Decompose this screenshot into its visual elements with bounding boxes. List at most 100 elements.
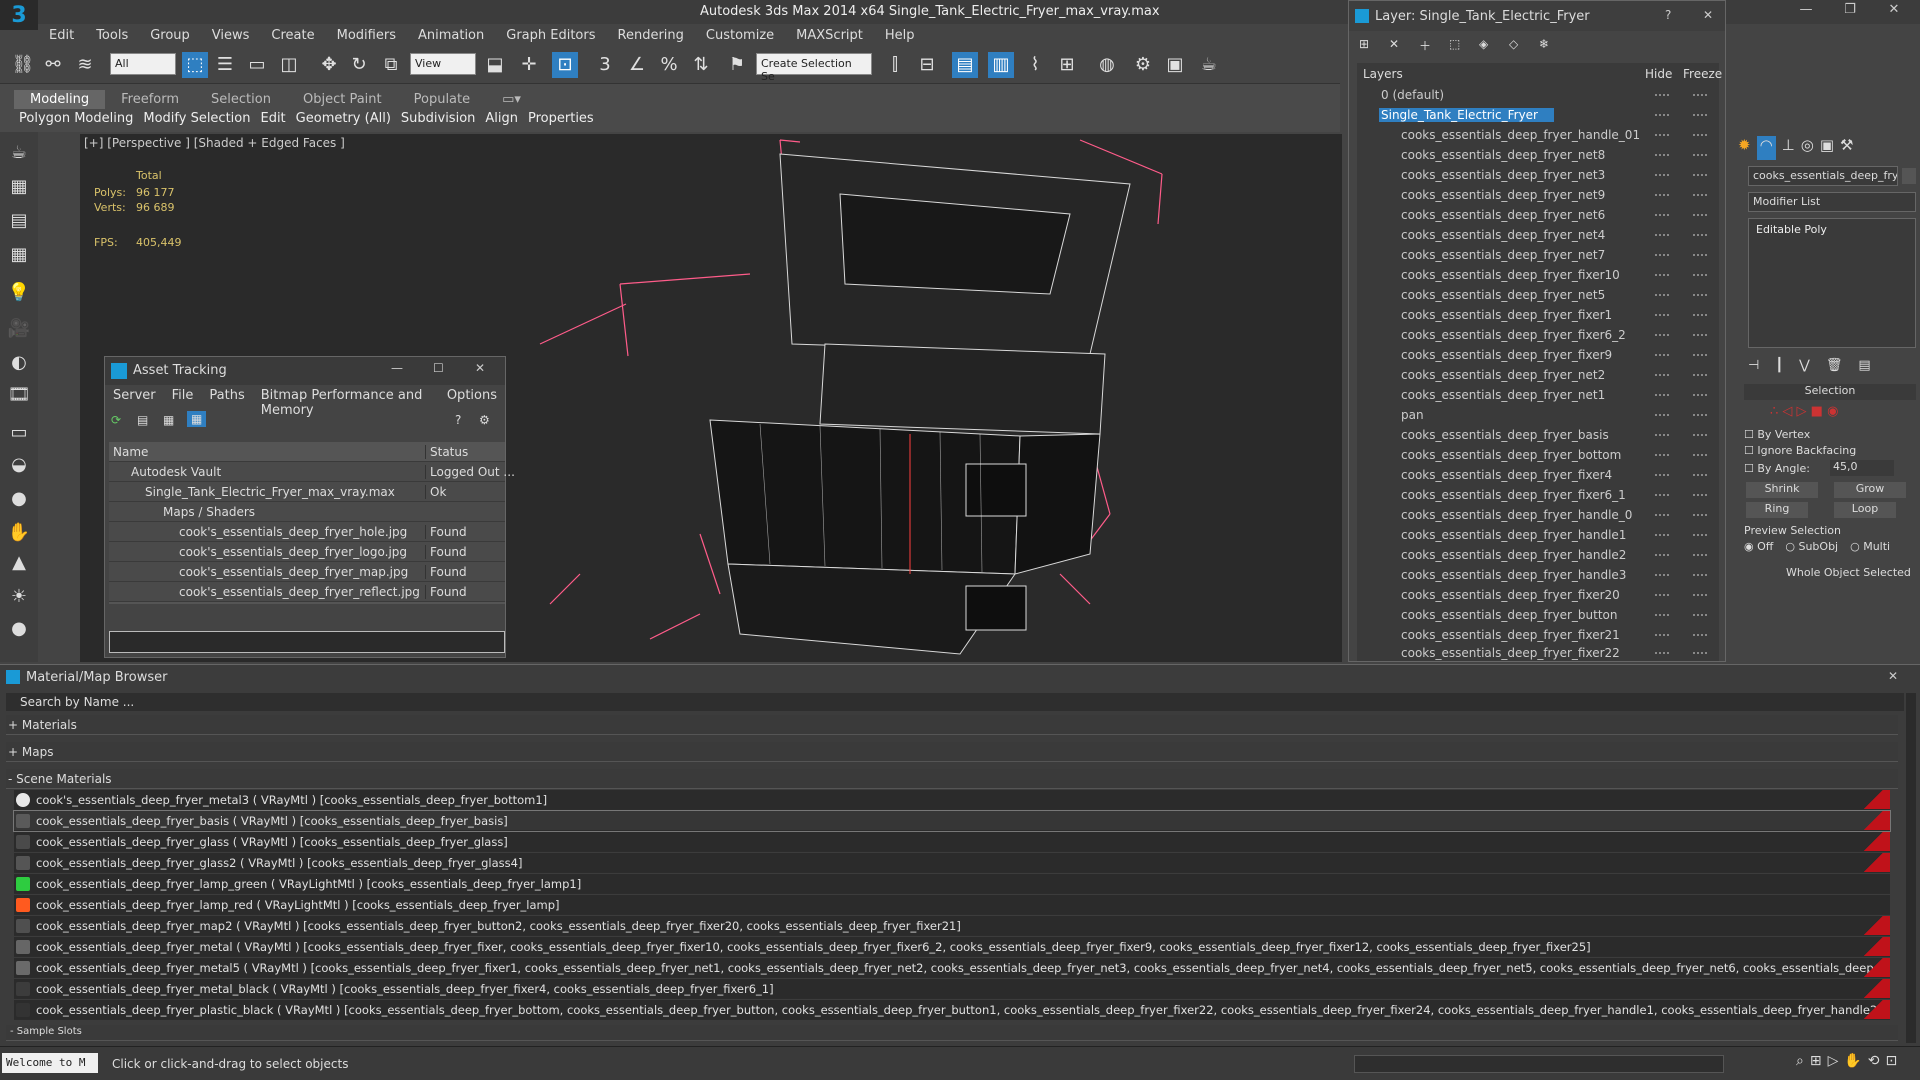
freeze-toggle[interactable] xyxy=(1693,474,1707,476)
schematic-view-icon[interactable]: ⊞ xyxy=(1054,52,1080,78)
selection-filter-dropdown[interactable]: All xyxy=(110,53,176,75)
window-crossing-icon[interactable]: ◫ xyxy=(276,52,302,78)
render-icon[interactable]: ▦ xyxy=(6,176,32,202)
asset-menu-paths[interactable]: Paths xyxy=(201,385,252,407)
layer-item[interactable]: pan xyxy=(1357,405,1719,425)
delete-layer-icon[interactable]: ✕ xyxy=(1389,37,1399,51)
loop-button[interactable]: Loop xyxy=(1834,502,1896,518)
list-view-icon[interactable]: ▤ xyxy=(137,413,148,427)
hide-toggle[interactable] xyxy=(1655,174,1669,176)
table-view-icon[interactable]: ▦ xyxy=(187,411,207,427)
ignore-backfacing-checkbox[interactable]: ☐ Ignore Backfacing xyxy=(1744,444,1856,457)
material-row[interactable]: cook_essentials_deep_fryer_glass ( VRayM… xyxy=(14,832,1890,852)
asset-maximize-button[interactable]: ☐ xyxy=(433,361,444,375)
hide-toggle[interactable] xyxy=(1655,594,1669,596)
asset-menu-file[interactable]: File xyxy=(164,385,202,407)
light-icon[interactable]: 💡 xyxy=(6,282,32,308)
sphere-icon[interactable]: ◒ xyxy=(6,454,32,480)
hide-toggle[interactable] xyxy=(1655,314,1669,316)
layer-item[interactable]: cooks_essentials_deep_fryer_fixer4 xyxy=(1357,465,1719,485)
layer-item[interactable]: Single_Tank_Electric_Fryer xyxy=(1357,105,1719,125)
layer-help-button[interactable]: ? xyxy=(1665,8,1671,22)
freeze-toggle[interactable] xyxy=(1693,534,1707,536)
layer-item[interactable]: cooks_essentials_deep_fryer_button xyxy=(1357,605,1719,625)
toggle-ribbon-icon[interactable]: ▥ xyxy=(988,52,1014,78)
select-objects-icon[interactable]: ⬚ xyxy=(1449,37,1460,51)
hide-toggle[interactable] xyxy=(1655,294,1669,296)
zoom-extents-icon[interactable]: ⊞ xyxy=(1810,1053,1822,1069)
hierarchy-tab-icon[interactable]: ⊥ xyxy=(1782,136,1795,160)
help-icon[interactable]: ? xyxy=(455,413,461,427)
material-row[interactable]: cook_essentials_deep_fryer_metal_black (… xyxy=(14,979,1890,999)
teapot-icon[interactable]: ☕ xyxy=(6,142,32,168)
section-maps[interactable]: + Maps xyxy=(6,742,1898,762)
freeze-toggle[interactable] xyxy=(1693,134,1707,136)
create-tab-icon[interactable]: ✹ xyxy=(1738,136,1751,160)
preview-subobj-radio[interactable]: ○ SubObj xyxy=(1785,540,1838,553)
curve-editor-icon[interactable]: ⌇ xyxy=(1022,52,1048,78)
menu-help[interactable]: Help xyxy=(874,28,926,43)
render-production-icon[interactable]: ☕ xyxy=(1196,52,1222,78)
hide-all-icon[interactable]: ◇ xyxy=(1509,37,1518,51)
modify-tab-icon[interactable]: ◠ xyxy=(1756,136,1776,160)
menu-animation[interactable]: Animation xyxy=(407,28,495,43)
asset-menu-server[interactable]: Server xyxy=(105,385,164,407)
layer-item[interactable]: cooks_essentials_deep_fryer_fixer22 xyxy=(1357,643,1719,663)
layer-item[interactable]: cooks_essentials_deep_fryer_net7 xyxy=(1357,245,1719,265)
asset-path-field[interactable] xyxy=(109,631,505,653)
layer-item[interactable]: cooks_essentials_deep_fryer_handle_0 xyxy=(1357,505,1719,525)
material-row[interactable]: cook_essentials_deep_fryer_plastic_black… xyxy=(14,1000,1890,1020)
spinner-snap-icon[interactable]: ⇅ xyxy=(688,52,714,78)
freeze-toggle[interactable] xyxy=(1693,454,1707,456)
layer-explorer-icon[interactable]: ▤ xyxy=(952,52,978,78)
helper-icon[interactable]: ◐ xyxy=(6,352,32,378)
menu-tools[interactable]: Tools xyxy=(85,28,139,43)
section-scene-materials[interactable]: - Scene Materials xyxy=(6,769,1898,789)
app-logo[interactable]: 3 xyxy=(0,0,38,30)
angle-snap-icon[interactable]: ∠ xyxy=(624,52,650,78)
ball-icon[interactable]: ● xyxy=(6,488,32,514)
freeze-toggle[interactable] xyxy=(1693,254,1707,256)
freeze-toggle[interactable] xyxy=(1693,494,1707,496)
material-search-input[interactable]: Search by Name ... xyxy=(6,693,1904,711)
subtab-subdivision[interactable]: Subdivision xyxy=(396,111,481,126)
layer-item[interactable]: 0 (default) xyxy=(1357,85,1719,105)
freeze-toggle[interactable] xyxy=(1693,214,1707,216)
layer-item[interactable]: cooks_essentials_deep_fryer_net3 xyxy=(1357,165,1719,185)
rectangular-selection-icon[interactable]: ▭ xyxy=(244,52,270,78)
scale-icon[interactable]: ⧉ xyxy=(378,52,404,78)
hide-toggle[interactable] xyxy=(1655,534,1669,536)
freeze-toggle[interactable] xyxy=(1693,434,1707,436)
freeze-toggle[interactable] xyxy=(1693,314,1707,316)
freeze-toggle[interactable] xyxy=(1693,394,1707,396)
hide-toggle[interactable] xyxy=(1655,554,1669,556)
col-hide[interactable]: Hide xyxy=(1645,67,1672,81)
maximize-viewport-icon[interactable]: ⊡ xyxy=(1886,1053,1898,1069)
layer-panel-header[interactable]: Layer: Single_Tank_Electric_Fryer ? ✕ xyxy=(1349,1,1725,31)
hide-toggle[interactable] xyxy=(1655,134,1669,136)
asset-menu-options[interactable]: Options xyxy=(439,385,505,407)
subobject-level-icons[interactable]: ∴ ◁ ▷ ■ ◉ xyxy=(1770,404,1838,419)
grid-icon[interactable]: ▦ xyxy=(6,244,32,270)
menu-modifiers[interactable]: Modifiers xyxy=(326,28,407,43)
move-icon[interactable]: ✥ xyxy=(316,52,342,78)
subtab-modify-selection[interactable]: Modify Selection xyxy=(138,111,255,126)
layer-item[interactable]: cooks_essentials_deep_fryer_net5 xyxy=(1357,285,1719,305)
layer-item[interactable]: cooks_essentials_deep_fryer_net8 xyxy=(1357,145,1719,165)
layer-item[interactable]: cooks_essentials_deep_fryer_fixer9 xyxy=(1357,345,1719,365)
layer-item[interactable]: cooks_essentials_deep_fryer_bottom xyxy=(1357,445,1719,465)
pivot-center-icon[interactable]: ⬓ xyxy=(482,52,508,78)
table-row[interactable]: cook's_essentials_deep_fryer_hole.jpg Fo… xyxy=(109,522,505,542)
maxscript-listener[interactable]: Welcome to M xyxy=(2,1053,98,1073)
mirror-icon[interactable]: ⫿ xyxy=(882,52,908,78)
close-button[interactable]: ✕ xyxy=(1874,2,1914,22)
hide-toggle[interactable] xyxy=(1655,94,1669,96)
layer-item[interactable]: cooks_essentials_deep_fryer_fixer20 xyxy=(1357,585,1719,605)
menu-create[interactable]: Create xyxy=(260,28,325,43)
freeze-toggle[interactable] xyxy=(1693,294,1707,296)
menu-rendering[interactable]: Rendering xyxy=(607,28,695,43)
menu-edit[interactable]: Edit xyxy=(38,28,85,43)
refresh-icon[interactable]: ⟳ xyxy=(111,413,121,427)
subtab-align[interactable]: Align xyxy=(480,111,523,126)
remove-modifier-icon[interactable]: 🗑 xyxy=(1826,358,1843,376)
